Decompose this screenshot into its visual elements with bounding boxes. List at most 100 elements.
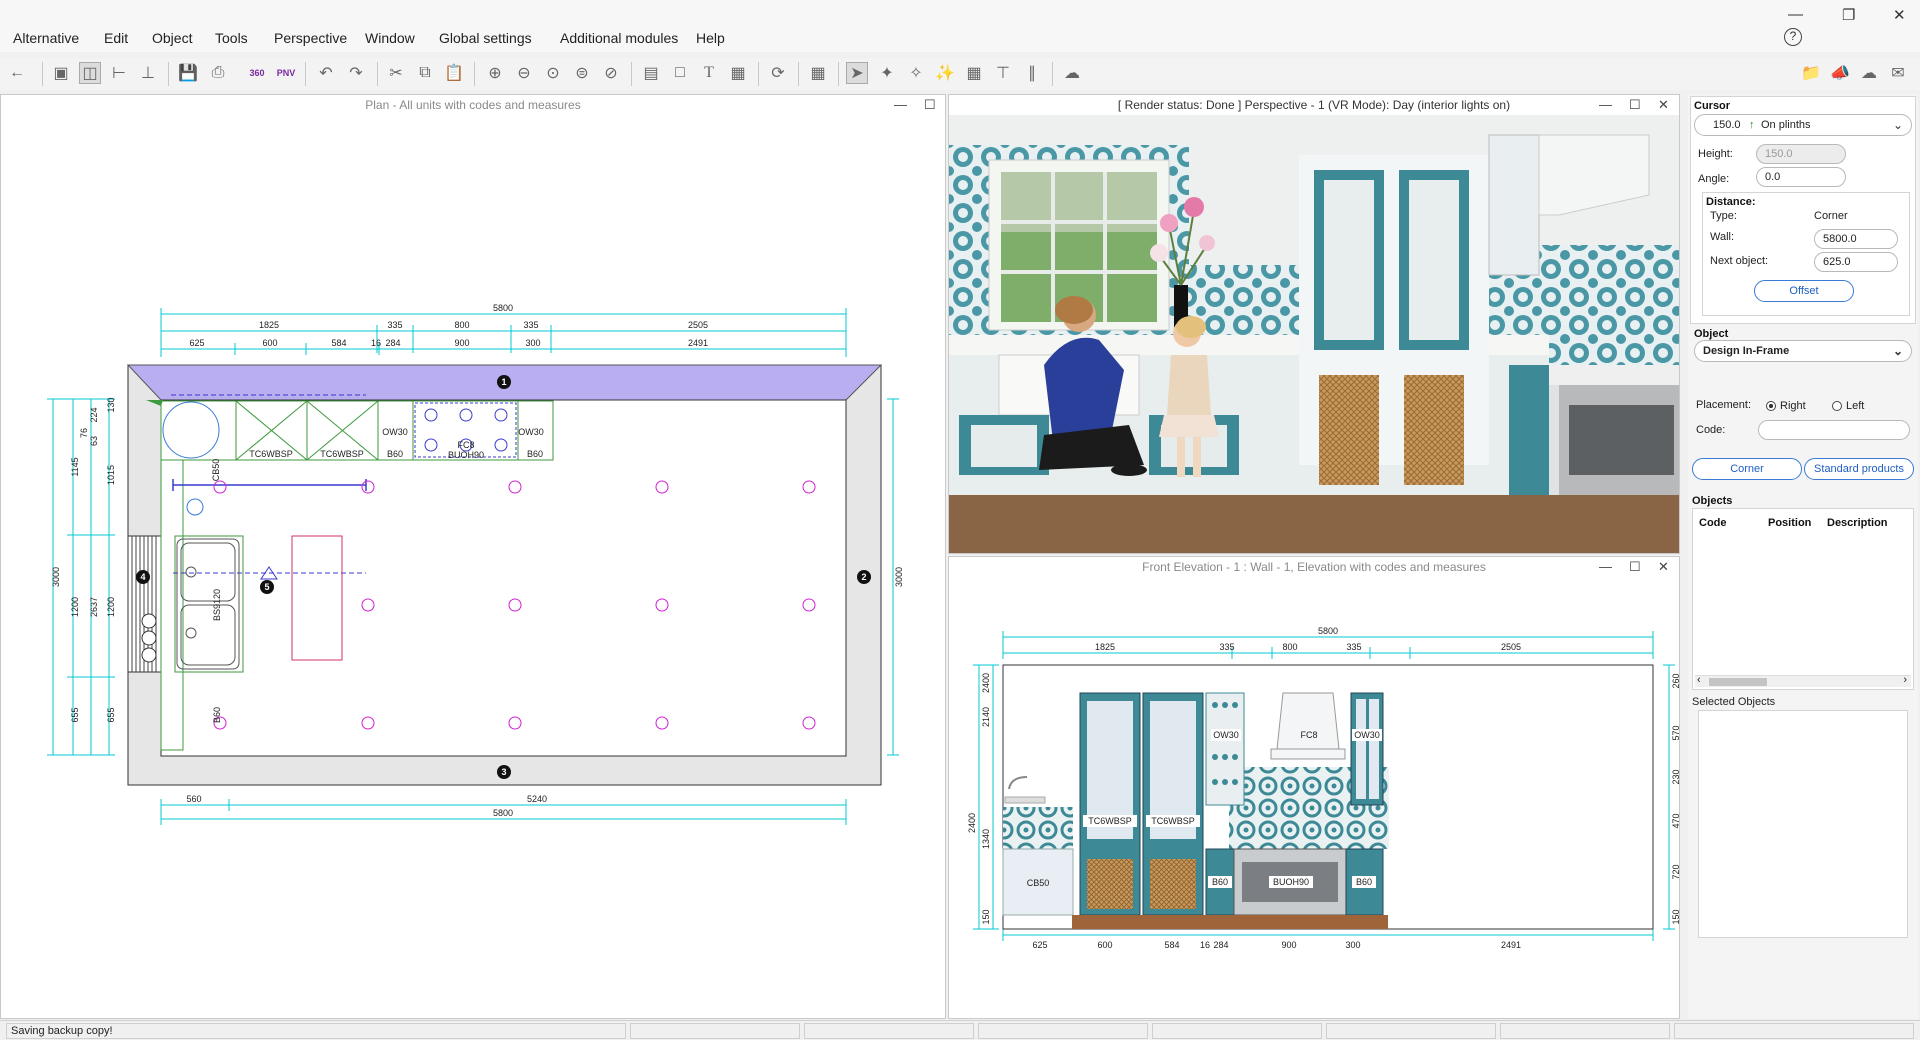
help-icon[interactable]: ?	[1784, 28, 1802, 46]
elevation-view-icon[interactable]: ⊥	[137, 62, 159, 84]
radio-left[interactable]	[1832, 401, 1842, 411]
maximize-icon[interactable]: ☐	[1629, 97, 1641, 113]
comment-icon[interactable]: □	[669, 62, 691, 84]
dimension-icon[interactable]: ▦	[727, 62, 749, 84]
menu-edit[interactable]: Edit	[104, 30, 128, 46]
minimize-icon[interactable]: —	[1788, 6, 1803, 23]
close-icon[interactable]: ✕	[1658, 559, 1669, 575]
menu-alternative[interactable]: Alternative	[13, 30, 79, 46]
restore-icon[interactable]: ❐	[1842, 6, 1855, 24]
render-360-icon[interactable]: 360	[246, 62, 268, 84]
refresh-icon[interactable]: ⟳	[767, 62, 789, 84]
megaphone-icon[interactable]: 📣	[1829, 62, 1851, 84]
dim-label: 335	[1219, 642, 1234, 652]
status-cell	[630, 1023, 800, 1039]
menu-help[interactable]: Help	[696, 30, 725, 46]
corner-button[interactable]: Corner	[1692, 458, 1802, 480]
plan-view-icon[interactable]: ⊢	[108, 62, 130, 84]
cut-icon[interactable]: ✂	[385, 62, 407, 84]
plan-pane[interactable]: Plan - All units with codes and measures…	[0, 94, 946, 1019]
toolbar-separator	[631, 62, 632, 86]
menu-perspective[interactable]: Perspective	[274, 30, 347, 46]
plan-drawing[interactable]: 5800 1825 335 800 335 2505 625 600 584 1…	[1, 95, 946, 1019]
text-icon[interactable]: T	[698, 62, 720, 84]
snap-icon[interactable]: ✦	[876, 62, 898, 84]
objects-label: Objects	[1692, 495, 1733, 507]
next-object-label: Next object:	[1710, 255, 1769, 267]
chat-icon[interactable]: ☁	[1858, 62, 1880, 84]
paste-icon[interactable]: 📋	[443, 62, 465, 84]
dim-label: 63	[89, 436, 99, 446]
zoom-out-icon[interactable]: ⊖	[513, 62, 535, 84]
toolbar-separator	[838, 62, 839, 86]
close-icon[interactable]: ✕	[1658, 97, 1669, 113]
zoom-previous-icon[interactable]: ⊘	[600, 62, 622, 84]
elevation-pane[interactable]: Front Elevation - 1 : Wall - 1, Elevatio…	[948, 556, 1680, 1019]
back-arrow-icon[interactable]: ←	[6, 62, 28, 84]
horizontal-scrollbar[interactable]: ‹ ›	[1695, 674, 1911, 687]
dim-label: 76	[79, 428, 89, 438]
redo-icon[interactable]: ↷	[345, 62, 367, 84]
objects-table[interactable]: Code Position Description ‹ ›	[1692, 508, 1914, 690]
distribute-icon[interactable]: ∥	[1021, 62, 1043, 84]
undo-icon[interactable]: ↶	[315, 62, 337, 84]
close-icon[interactable]: ✕	[1893, 6, 1906, 24]
status-bar: Saving backup copy!	[0, 1020, 1920, 1040]
dim-label: 470	[1671, 813, 1680, 828]
cloud-icon[interactable]: ☁	[1061, 62, 1083, 84]
zoom-all-icon[interactable]: ⊜	[571, 62, 593, 84]
minimize-icon[interactable]: —	[1599, 559, 1612, 574]
zoom-in-icon[interactable]: ⊕	[484, 62, 506, 84]
object-dropdown[interactable]: Design In-Frame ⌄	[1694, 340, 1912, 362]
col-position[interactable]: Position	[1768, 517, 1811, 529]
print-icon[interactable]: ⎙	[207, 62, 229, 84]
cursor-mode-dropdown[interactable]: 150.0 ↑ On plinths ⌄	[1694, 114, 1912, 136]
col-description[interactable]: Description	[1827, 517, 1888, 529]
standard-products-button[interactable]: Standard products	[1804, 458, 1914, 480]
calculator-icon[interactable]: ▦	[807, 62, 829, 84]
menu-tools[interactable]: Tools	[215, 30, 248, 46]
copy-icon[interactable]: ⧉	[414, 62, 436, 84]
dim-label: 625	[1032, 940, 1047, 950]
menu-additional-modules[interactable]: Additional modules	[560, 30, 678, 46]
menu-window[interactable]: Window	[365, 30, 415, 46]
mail-icon[interactable]: ✉	[1887, 62, 1909, 84]
split-view-icon[interactable]: ◫	[79, 62, 101, 84]
wall-distance-field[interactable]: 5800.0	[1814, 229, 1898, 249]
code-field[interactable]	[1758, 420, 1910, 440]
next-object-field[interactable]: 625.0	[1814, 252, 1898, 272]
note-icon[interactable]: ▤	[640, 62, 662, 84]
toolbar-separator	[305, 62, 306, 86]
unit-code: TC6WBSP	[1088, 816, 1132, 826]
scroll-right-icon[interactable]: ›	[1903, 674, 1907, 686]
scroll-left-icon[interactable]: ‹	[1697, 674, 1701, 686]
grid-icon[interactable]: ▦	[963, 62, 985, 84]
elevation-drawing[interactable]: 5800 1825 335 800 335 2505 625 600 584 1…	[949, 577, 1680, 1019]
code-label: Code:	[1696, 424, 1726, 436]
window-layout-icon[interactable]: ▣	[50, 62, 72, 84]
folder-icon[interactable]: 📁	[1800, 62, 1822, 84]
render-pane[interactable]: [ Render status: Done ] Perspective - 1 …	[948, 94, 1680, 554]
col-code[interactable]: Code	[1699, 517, 1727, 529]
menu-object[interactable]: Object	[152, 30, 192, 46]
snap-corner-icon[interactable]: ✧	[905, 62, 927, 84]
snap-edge-icon[interactable]: ✨	[934, 62, 956, 84]
render-pnv-icon[interactable]: PNV	[275, 62, 297, 84]
minimize-icon[interactable]: —	[1599, 97, 1612, 112]
menu-global-settings[interactable]: Global settings	[439, 30, 532, 46]
selected-objects-list[interactable]	[1698, 710, 1908, 938]
scroll-thumb[interactable]	[1709, 678, 1767, 686]
save-icon[interactable]: 💾	[177, 62, 199, 84]
angle-field[interactable]: 0.0	[1756, 167, 1846, 187]
offset-button[interactable]: Offset	[1754, 280, 1854, 302]
align-icon[interactable]: ⊤	[992, 62, 1014, 84]
height-field[interactable]: 150.0	[1756, 144, 1846, 164]
radio-right[interactable]	[1766, 401, 1776, 411]
chevron-down-icon: ⌄	[1892, 118, 1903, 132]
dim-label: 655	[106, 707, 116, 722]
toolbar-separator	[1052, 62, 1053, 86]
menu-bar: Alternative Edit Object Tools Perspectiv…	[0, 0, 1920, 52]
zoom-window-icon[interactable]: ⊙	[542, 62, 564, 84]
select-pointer-icon[interactable]: ➤	[846, 62, 868, 84]
maximize-icon[interactable]: ☐	[1629, 559, 1641, 575]
